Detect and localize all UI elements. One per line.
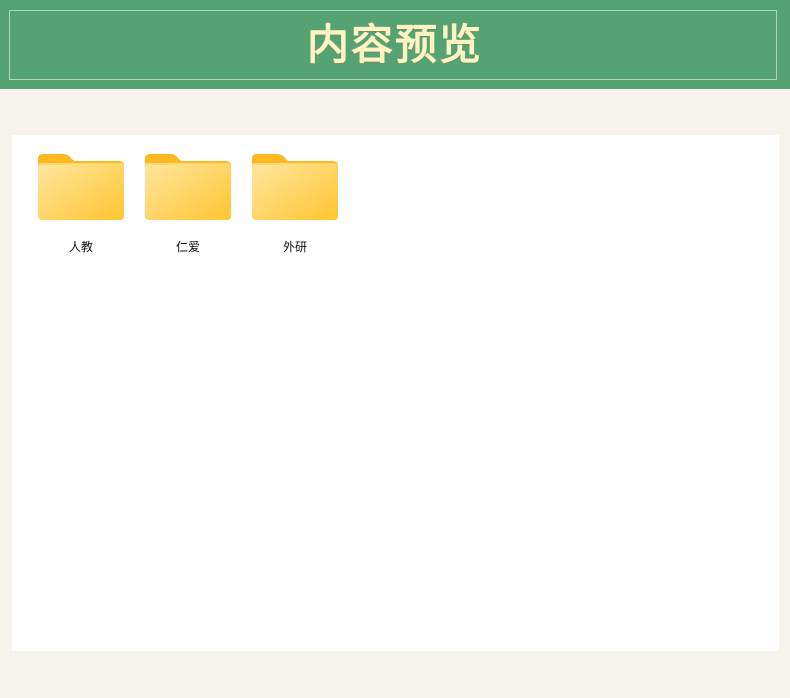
page-title: 内容预览: [306, 20, 483, 69]
folder-item-renjiao[interactable]: 人教: [38, 153, 124, 257]
folder-item-waiyan[interactable]: 外研: [252, 153, 338, 257]
folder-label: 人教: [68, 240, 93, 254]
folder-icon: [145, 154, 231, 220]
content-panel: 人教 仁爱 外研: [12, 135, 779, 651]
folder-item-renai[interactable]: 仁爱: [145, 153, 231, 257]
folder-label: 仁爱: [175, 240, 200, 254]
folder-label: 外研: [282, 240, 307, 254]
page-header: 内容预览: [0, 0, 790, 89]
folder-icon: [38, 154, 124, 220]
folder-icon: [252, 154, 338, 220]
